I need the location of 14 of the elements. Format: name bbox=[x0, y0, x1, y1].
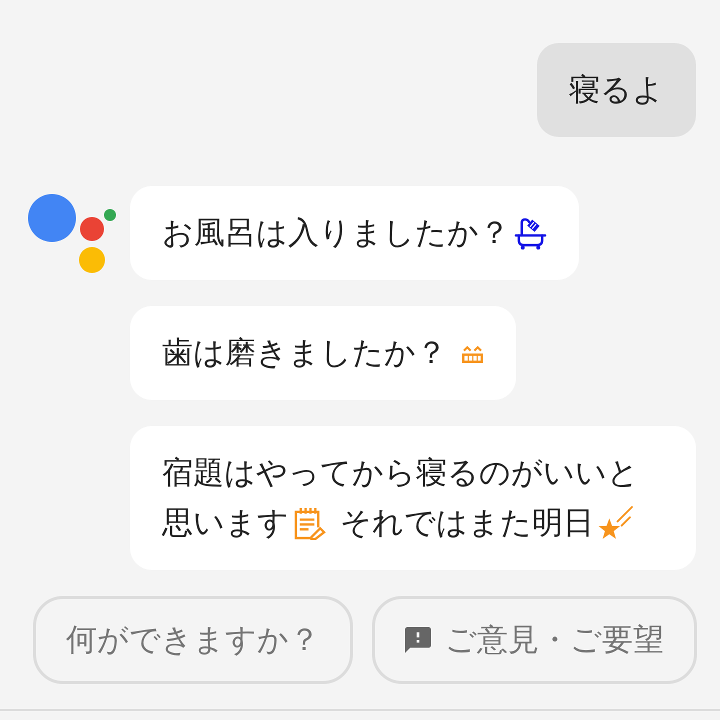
notepad-pencil-icon bbox=[293, 506, 326, 540]
message-text: それではまた明日 bbox=[340, 504, 594, 543]
assistant-logo-icon bbox=[28, 194, 116, 273]
grinning-face-icon bbox=[461, 344, 484, 362]
message-text: 宿題はやってから寝るのがいいと bbox=[162, 454, 639, 493]
suggestion-chip[interactable]: ご意見・ご要望 bbox=[372, 596, 697, 684]
feedback-icon bbox=[405, 627, 431, 653]
message-text: 寝るよ bbox=[569, 71, 664, 110]
bathtub-icon bbox=[514, 216, 547, 250]
message-text: 歯は磨きましたか？ bbox=[162, 334, 447, 373]
shooting-star-icon bbox=[598, 506, 633, 540]
message-text: 思います bbox=[162, 504, 289, 543]
message-text: お風呂は入りましたか？ bbox=[162, 214, 510, 253]
suggestion-chip[interactable]: 何ができますか？ bbox=[33, 596, 353, 684]
